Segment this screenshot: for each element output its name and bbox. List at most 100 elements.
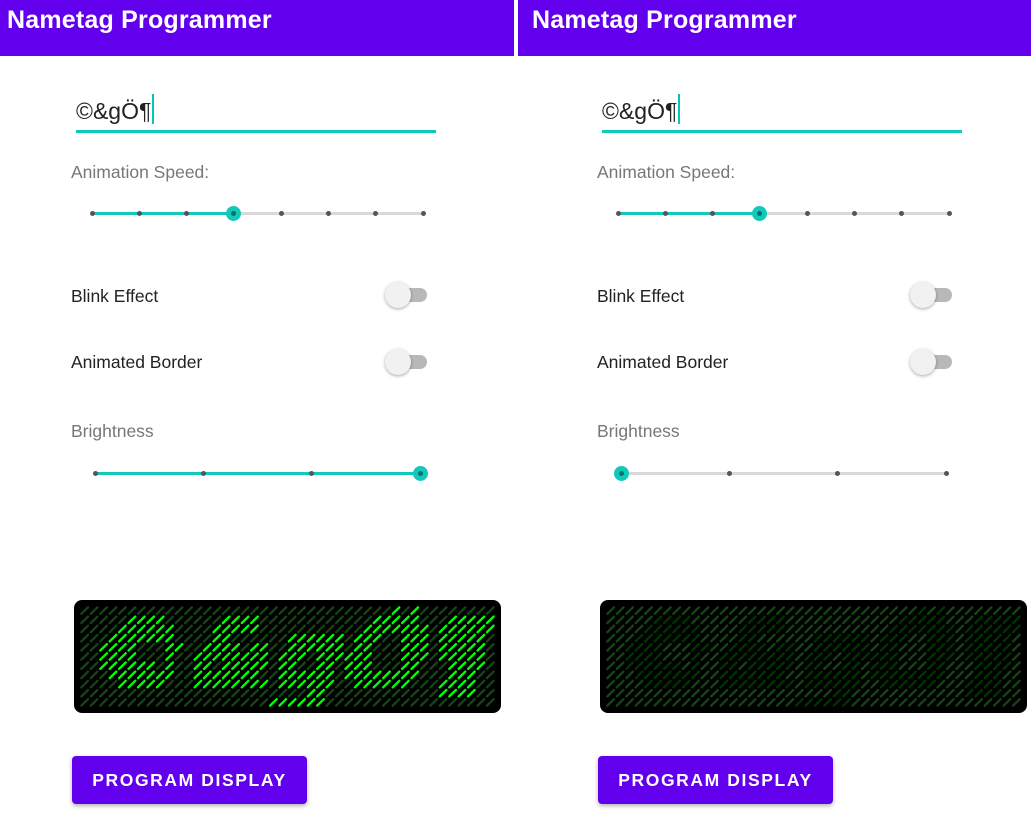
blink-effect-switch[interactable] bbox=[910, 282, 954, 308]
message-input[interactable]: ©&gÖ¶ bbox=[76, 86, 436, 133]
led-pixel-on bbox=[983, 624, 993, 634]
program-display-button[interactable]: PROGRAM DISPLAY bbox=[598, 756, 833, 804]
led-pixel-off bbox=[278, 615, 288, 625]
led-pixel-off bbox=[700, 688, 710, 698]
led-pixel-off bbox=[183, 624, 194, 634]
led-pixel-on bbox=[249, 624, 260, 634]
led-pixel-off bbox=[870, 633, 880, 643]
led-pixel-on bbox=[634, 633, 644, 643]
led-pixel-off bbox=[615, 661, 625, 671]
program-display-button[interactable]: PROGRAM DISPLAY bbox=[72, 756, 307, 804]
led-pixel-off bbox=[634, 624, 644, 634]
led-pixel-on bbox=[747, 679, 757, 689]
led-pixel-on bbox=[757, 670, 767, 680]
animation-speed-slider[interactable] bbox=[89, 202, 426, 226]
led-pixel-on bbox=[672, 670, 682, 680]
animated-border-switch[interactable] bbox=[385, 349, 429, 375]
led-pixel-on bbox=[832, 688, 842, 698]
led-pixel-on bbox=[240, 670, 250, 680]
led-pixel-off bbox=[700, 652, 710, 661]
led-pixel-on bbox=[1002, 652, 1012, 661]
led-pixel-on bbox=[832, 670, 842, 680]
led-pixel-off bbox=[625, 633, 635, 643]
led-pixel-on bbox=[287, 679, 297, 689]
led-pixel-on bbox=[728, 679, 738, 689]
led-pixel-off bbox=[672, 642, 682, 652]
led-pixel-on bbox=[240, 624, 250, 634]
led-pixel-off bbox=[240, 642, 250, 652]
led-pixel-off bbox=[832, 652, 842, 661]
led-pixel-on bbox=[992, 661, 1002, 671]
led-pixel-off bbox=[955, 615, 965, 625]
led-pixel-on bbox=[485, 615, 495, 625]
led-pixel-on bbox=[974, 679, 984, 689]
led-pixel-on bbox=[983, 688, 993, 698]
led-pixel-on bbox=[410, 606, 420, 616]
led-pixel-off bbox=[146, 688, 156, 698]
slider-thumb[interactable] bbox=[412, 466, 428, 481]
led-pixel-off bbox=[193, 606, 203, 616]
led-pixel-off bbox=[709, 679, 720, 689]
led-pixel-on bbox=[363, 661, 373, 671]
led-pixel-on bbox=[766, 679, 776, 689]
led-pixel-off bbox=[662, 606, 672, 616]
led-pixel-on bbox=[823, 652, 833, 661]
led-pixel-off bbox=[391, 652, 401, 661]
slider-thumb[interactable] bbox=[613, 466, 629, 481]
slider-thumb[interactable] bbox=[752, 206, 768, 221]
led-pixel-off bbox=[485, 633, 495, 643]
led-pixel-on bbox=[334, 633, 344, 643]
led-pixel-off bbox=[615, 633, 625, 643]
led-pixel-on bbox=[127, 615, 137, 625]
led-pixel-off bbox=[785, 624, 795, 634]
led-pixel-off bbox=[183, 661, 194, 671]
led-pixel-off bbox=[306, 624, 316, 634]
led-pixel-off bbox=[870, 615, 880, 625]
led-pixel-on bbox=[804, 697, 814, 707]
blink-effect-switch[interactable] bbox=[385, 282, 429, 308]
animation-speed-slider[interactable] bbox=[615, 202, 952, 226]
led-pixel-off bbox=[785, 688, 795, 698]
led-pixel-off bbox=[249, 697, 260, 707]
led-pixel-off bbox=[625, 624, 635, 634]
led-pixel-off bbox=[747, 606, 757, 616]
led-pixel-off bbox=[1002, 688, 1012, 698]
led-pixel-off bbox=[672, 652, 682, 661]
led-pixel-off bbox=[419, 670, 429, 680]
led-pixel-off bbox=[278, 642, 288, 652]
slider-thumb[interactable] bbox=[226, 206, 242, 221]
led-pixel-off bbox=[757, 633, 767, 643]
led-pixel-on bbox=[315, 679, 326, 689]
led-pixel-off bbox=[1011, 652, 1021, 661]
led-pixel-off bbox=[353, 606, 363, 616]
led-pixel-on bbox=[221, 642, 231, 652]
brightness-slider[interactable] bbox=[613, 462, 949, 486]
led-pixel-off bbox=[146, 652, 156, 661]
led-pixel-on bbox=[363, 679, 373, 689]
led-pixel-off bbox=[1002, 606, 1012, 616]
led-pixel-off bbox=[306, 661, 316, 671]
led-pixel-off bbox=[80, 642, 90, 652]
brightness-slider[interactable] bbox=[92, 462, 428, 486]
led-pixel-on bbox=[136, 661, 146, 671]
led-pixel-off bbox=[766, 642, 776, 652]
led-pixel-on bbox=[870, 661, 880, 671]
led-pixel-on bbox=[400, 615, 410, 625]
led-pixel-on bbox=[804, 670, 814, 680]
led-pixel-on bbox=[155, 679, 165, 689]
led-pixel-off bbox=[344, 679, 354, 689]
led-pixel-on bbox=[410, 652, 420, 661]
led-pixel-off bbox=[719, 633, 729, 643]
led-pixel-on bbox=[719, 679, 729, 689]
led-pixel-off bbox=[860, 606, 870, 616]
led-pixel-on bbox=[945, 652, 955, 661]
message-input[interactable]: ©&gÖ¶ bbox=[602, 86, 962, 133]
led-pixel-on bbox=[992, 688, 1002, 698]
led-pixel-on bbox=[719, 670, 729, 680]
led-pixel-off bbox=[908, 642, 917, 652]
led-pixel-off bbox=[334, 697, 344, 707]
animated-border-switch[interactable] bbox=[910, 349, 954, 375]
led-pixel-off bbox=[766, 633, 776, 643]
led-pixel-off bbox=[738, 615, 748, 625]
led-pixel-off bbox=[306, 652, 316, 661]
